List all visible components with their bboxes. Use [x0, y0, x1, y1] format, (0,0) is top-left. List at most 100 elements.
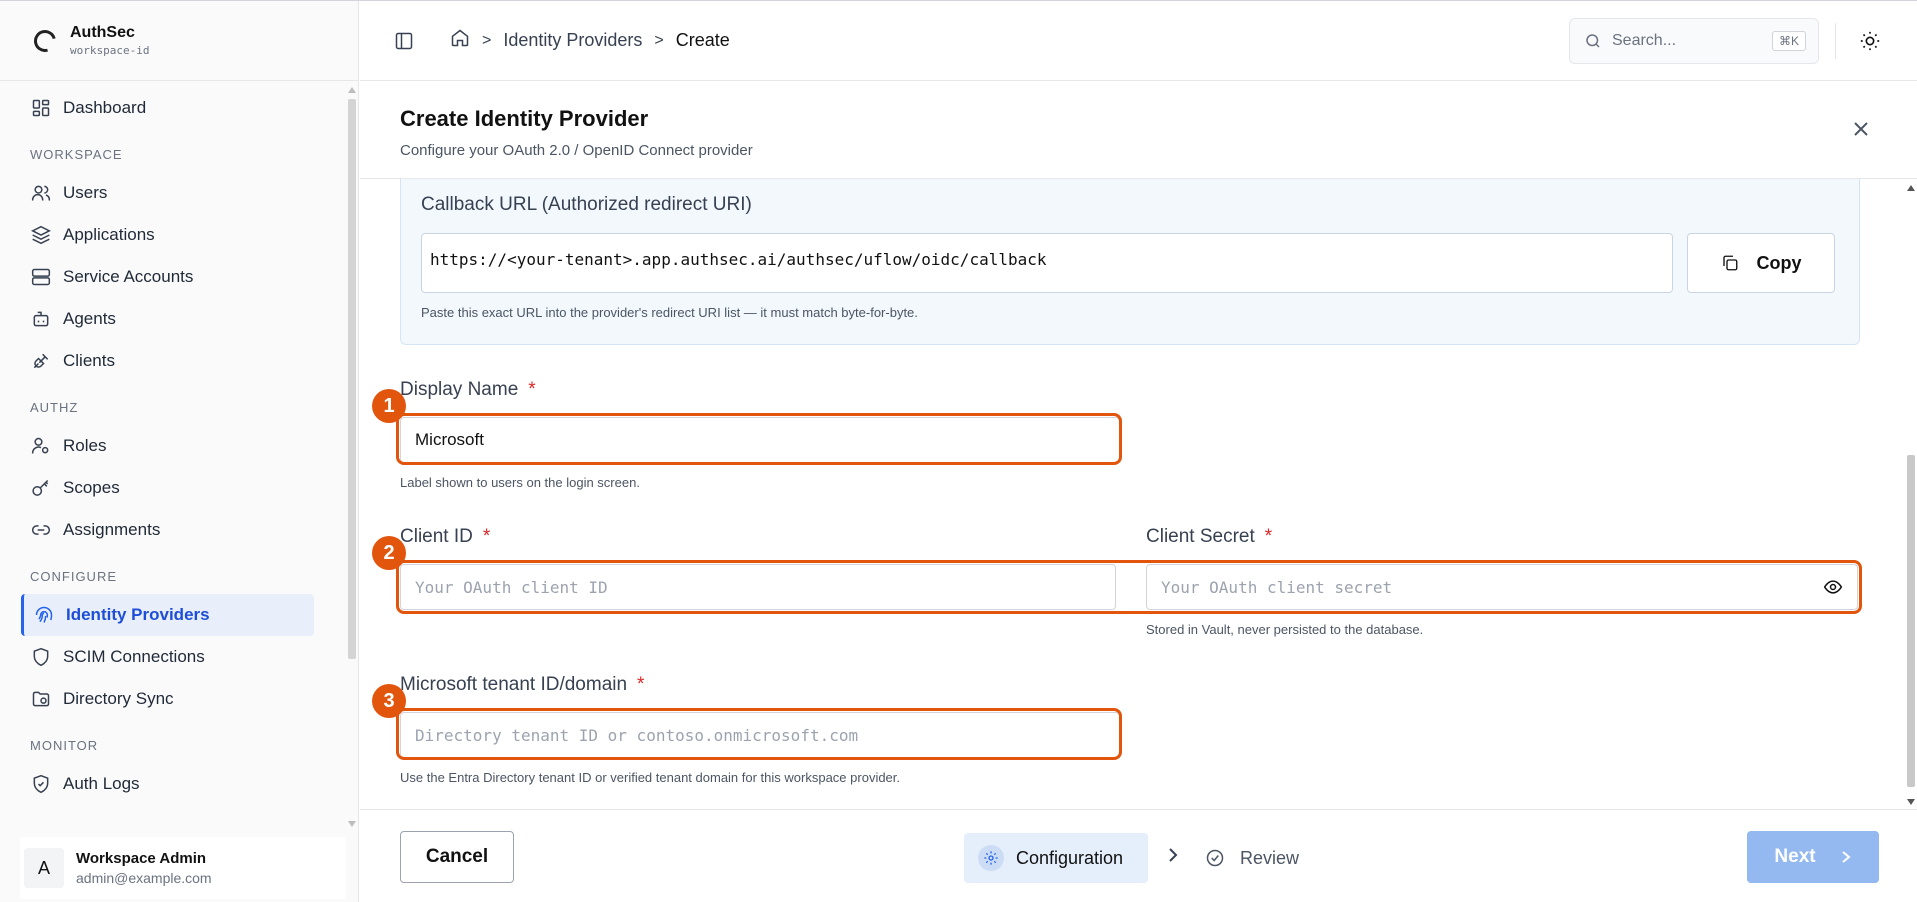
- sidebar-item-assignments[interactable]: Assignments: [0, 509, 346, 551]
- sidebar-item-label: SCIM Connections: [63, 647, 205, 666]
- scroll-up-arrow-icon[interactable]: [1907, 185, 1915, 191]
- copy-label: Copy: [1756, 252, 1802, 273]
- user-email: admin@example.com: [76, 870, 212, 886]
- sidebar-item-label: Scopes: [63, 478, 120, 497]
- scrollbar-thumb[interactable]: [348, 99, 356, 659]
- required-mark: *: [482, 526, 491, 547]
- annotation-badge-2: 2: [372, 536, 406, 570]
- client-secret-label: Client Secret *: [1146, 526, 1272, 548]
- step-label: Review: [1240, 847, 1300, 868]
- check-circle-icon: [1202, 845, 1228, 871]
- search-shortcut: ⌘K: [1771, 31, 1806, 51]
- form-scroll-area[interactable]: Callback URL (Authorized redirect URI) h…: [360, 179, 1917, 809]
- divider: [1835, 23, 1836, 59]
- section-configure: CONFIGURE: [30, 569, 117, 584]
- sidebar-item-label: Applications: [63, 225, 155, 244]
- bot-icon: [31, 309, 51, 329]
- folder-sync-icon: [31, 689, 51, 709]
- annotation-badge-3: 3: [372, 684, 406, 718]
- sidebar-item-label: Dashboard: [63, 98, 147, 117]
- display-name-label: Display Name *: [400, 379, 536, 401]
- chevron-right-icon: >: [654, 31, 664, 49]
- section-workspace: WORKSPACE: [30, 147, 123, 162]
- sidebar-item-label: Assignments: [63, 520, 161, 539]
- chevron-right-icon: >: [482, 31, 492, 49]
- client-secret-help: Stored in Vault, never persisted to the …: [1146, 622, 1424, 637]
- close-icon[interactable]: [1853, 121, 1869, 137]
- dashboard-icon: [31, 98, 51, 118]
- section-monitor: MONITOR: [30, 738, 99, 753]
- required-mark: *: [637, 674, 645, 695]
- sidebar-item-scim-connections[interactable]: SCIM Connections: [0, 636, 346, 678]
- link-icon: [31, 520, 51, 540]
- sidebar-item-clients[interactable]: Clients: [0, 340, 346, 382]
- shield-icon: [31, 647, 51, 667]
- sidebar-item-auth-logs[interactable]: Auth Logs: [0, 763, 346, 805]
- scroll-down-arrow-icon[interactable]: [348, 821, 356, 827]
- client-secret-label-text: Client Secret: [1146, 526, 1255, 547]
- theme-toggle-sun-icon[interactable]: [1859, 30, 1881, 52]
- key-icon: [31, 478, 51, 498]
- sidebar-item-label: Users: [63, 183, 108, 202]
- toggle-sidebar-icon[interactable]: [392, 29, 416, 53]
- cancel-button[interactable]: Cancel: [400, 831, 514, 883]
- annotation-badge-1: 1: [372, 389, 406, 423]
- step-configuration[interactable]: Configuration: [964, 833, 1148, 883]
- sidebar-item-agents[interactable]: Agents: [0, 298, 346, 340]
- fingerprint-icon: [34, 605, 54, 625]
- user-name: Workspace Admin: [76, 850, 207, 867]
- breadcrumb-identity-providers[interactable]: Identity Providers: [503, 30, 642, 51]
- layers-icon: [31, 225, 51, 245]
- highlight-box-2: [396, 560, 1862, 614]
- brand-name: AuthSec: [70, 24, 135, 41]
- authsec-logo-icon: [29, 25, 61, 56]
- callback-url-field[interactable]: https://<your-tenant>.app.authsec.ai/aut…: [421, 233, 1673, 293]
- server-icon: [31, 267, 51, 287]
- callback-url-label: Callback URL (Authorized redirect URI): [421, 194, 752, 215]
- sidebar-item-service-accounts[interactable]: Service Accounts: [0, 256, 346, 298]
- copy-icon: [1722, 255, 1737, 271]
- search-input[interactable]: Search... ⌘K: [1569, 18, 1819, 64]
- sidebar-scrollbar[interactable]: [348, 87, 356, 827]
- next-label: Next: [1774, 846, 1816, 867]
- app-window: AuthSec workspace-id Dashboard WORKSPACE…: [0, 0, 1917, 902]
- sidebar-item-label: Auth Logs: [63, 774, 140, 793]
- plug-icon: [31, 351, 51, 371]
- sidebar-item-directory-sync[interactable]: Directory Sync: [0, 678, 346, 720]
- copy-button[interactable]: Copy: [1687, 233, 1835, 293]
- search-icon: [1586, 34, 1600, 48]
- highlight-box-3: [396, 708, 1122, 760]
- page-title: Create Identity Provider: [400, 106, 649, 131]
- chevron-right-icon: [1166, 847, 1180, 868]
- tenant-label-text: Microsoft tenant ID/domain: [400, 674, 628, 695]
- wizard-footer: Cancel Configuration Review Next: [360, 809, 1917, 902]
- page-subtitle: Configure your OAuth 2.0 / OpenID Connec…: [400, 142, 753, 159]
- sidebar-item-users[interactable]: Users: [0, 172, 346, 214]
- chevron-right-icon: [1841, 851, 1851, 863]
- sidebar-item-scopes[interactable]: Scopes: [0, 467, 346, 509]
- sidebar-item-dashboard[interactable]: Dashboard: [0, 87, 346, 129]
- client-id-label-text: Client ID: [400, 526, 473, 547]
- breadcrumb: > Identity Providers > Create: [450, 28, 730, 53]
- workspace-id: workspace-id: [70, 44, 150, 57]
- home-icon[interactable]: [450, 28, 470, 53]
- user-menu[interactable]: A Workspace Admin admin@example.com: [20, 837, 346, 899]
- top-bar: > Identity Providers > Create Search... …: [360, 1, 1917, 81]
- display-name-label-text: Display Name: [400, 379, 519, 400]
- sidebar-item-label: Roles: [63, 436, 107, 455]
- step-label: Configuration: [1016, 847, 1124, 868]
- step-review[interactable]: Review: [1202, 833, 1299, 883]
- content-scrollbar[interactable]: [1905, 179, 1917, 809]
- brand[interactable]: AuthSec workspace-id: [0, 1, 358, 81]
- sidebar-item-applications[interactable]: Applications: [0, 214, 346, 256]
- required-mark: *: [528, 379, 536, 400]
- sidebar: AuthSec workspace-id Dashboard WORKSPACE…: [0, 1, 359, 902]
- next-button[interactable]: Next: [1747, 831, 1879, 883]
- sidebar-item-roles[interactable]: Roles: [0, 425, 346, 467]
- scroll-up-arrow-icon[interactable]: [348, 87, 356, 93]
- scroll-down-arrow-icon[interactable]: [1907, 799, 1915, 805]
- sidebar-item-label: Clients: [63, 351, 115, 370]
- breadcrumb-current: Create: [675, 30, 730, 50]
- scrollbar-thumb[interactable]: [1907, 455, 1915, 787]
- sidebar-item-identity-providers[interactable]: Identity Providers: [21, 594, 314, 636]
